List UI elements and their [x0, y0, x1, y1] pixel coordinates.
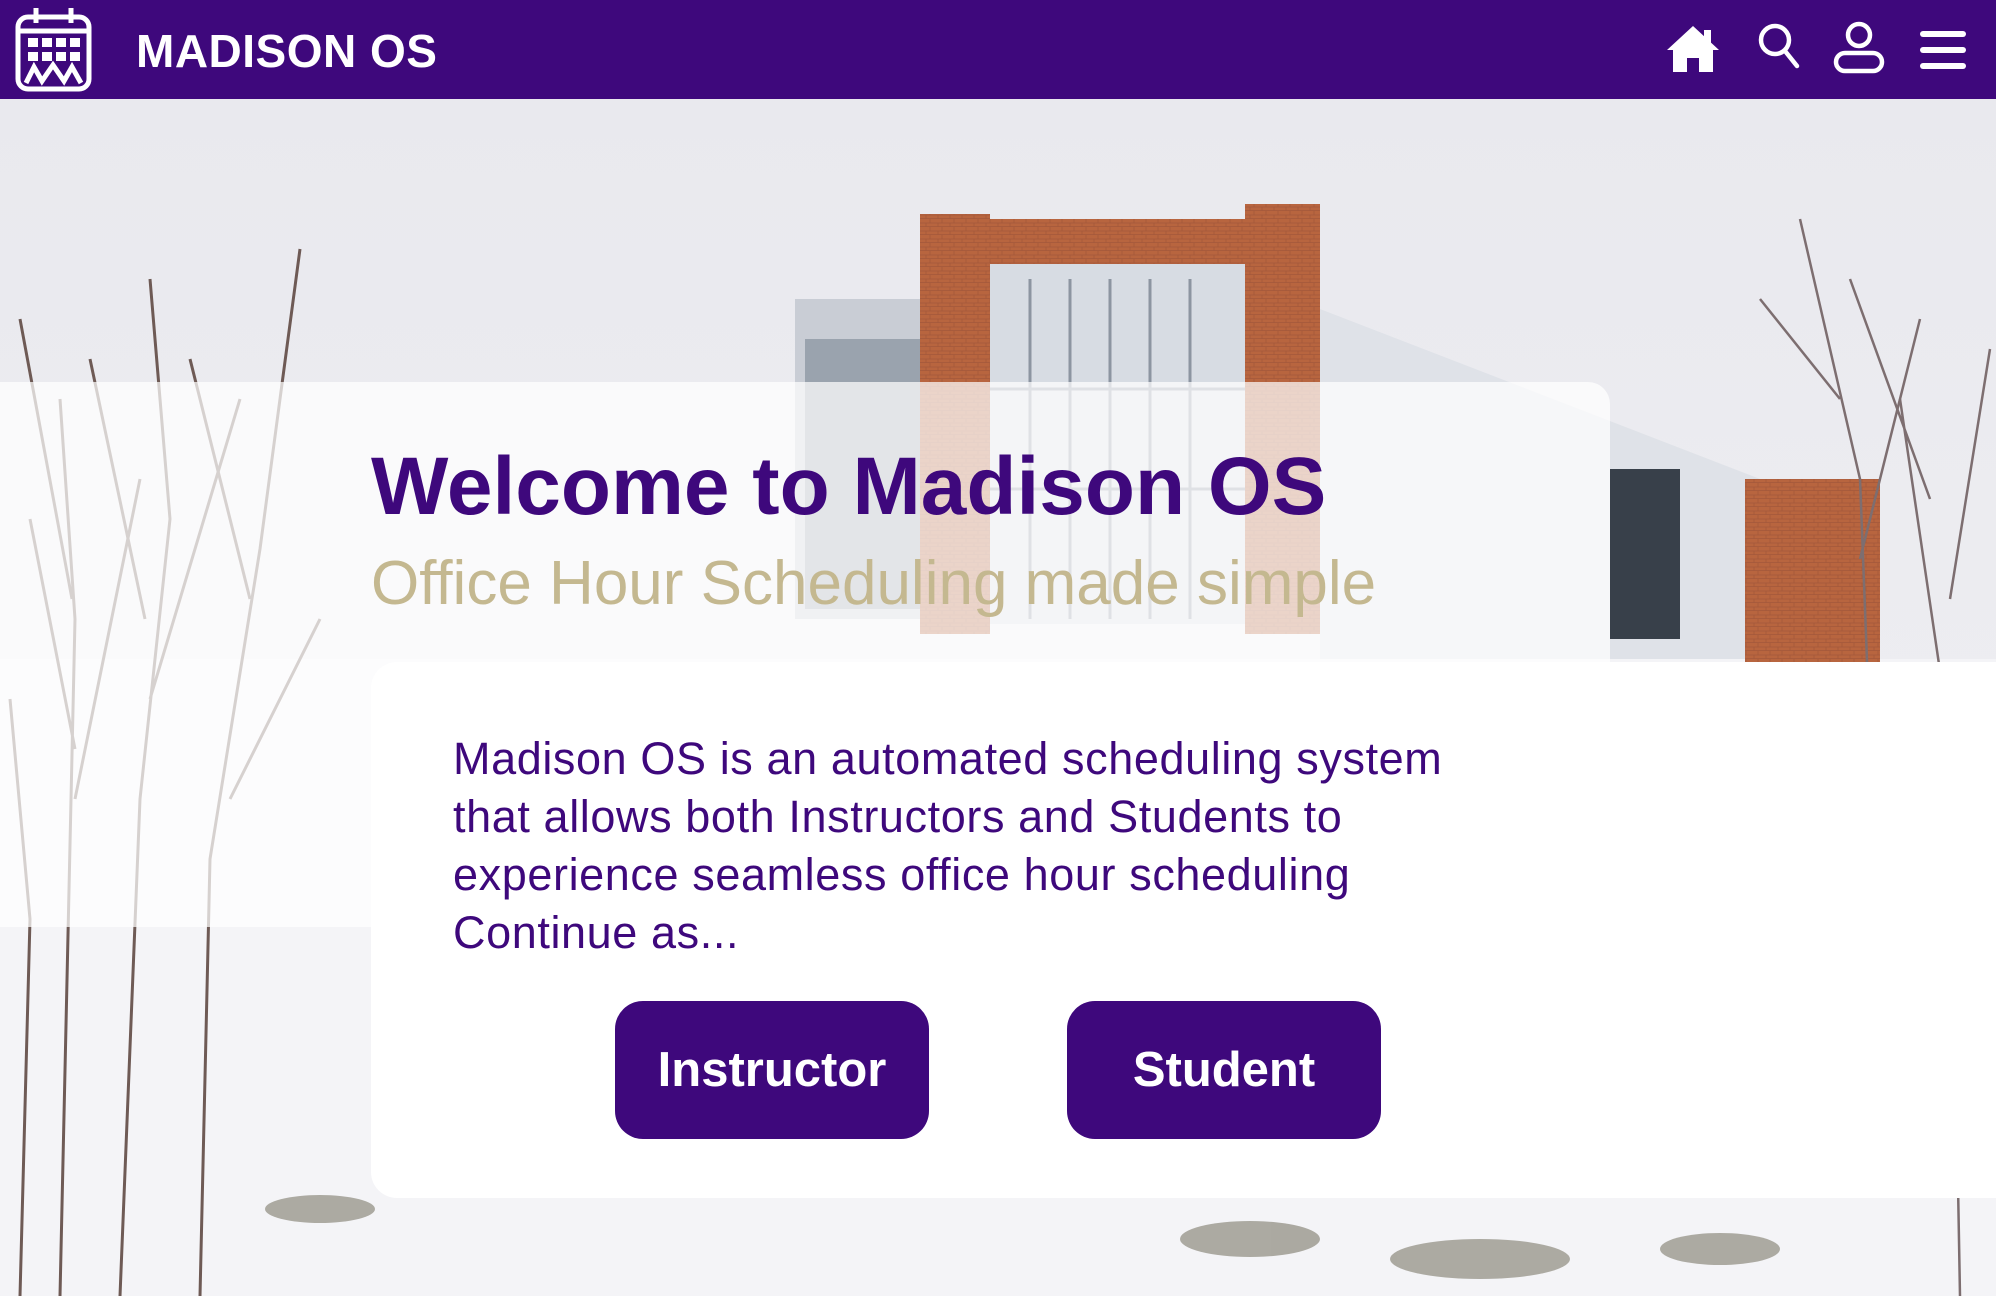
home-icon[interactable]	[1664, 20, 1722, 78]
intro-card: Madison OS is an automated scheduling sy…	[371, 662, 1996, 1198]
search-icon[interactable]	[1752, 20, 1810, 78]
menu-icon[interactable]	[1914, 20, 1972, 78]
user-icon[interactable]	[1830, 20, 1888, 78]
intro-line: Madison OS is an automated scheduling sy…	[453, 733, 1443, 784]
page-subtitle: Office Hour Scheduling made simple	[371, 549, 1377, 618]
brand-title[interactable]: MADISON OS	[136, 24, 437, 78]
student-button[interactable]: Student	[1067, 1001, 1381, 1139]
top-nav-bar: MADISON OS	[0, 0, 1996, 99]
continue-as-label: Continue as...	[453, 907, 740, 958]
calendar-icon[interactable]	[14, 5, 93, 93]
intro-line: that allows both Instructors and Student…	[453, 791, 1343, 842]
intro-text: Madison OS is an automated scheduling sy…	[453, 730, 1603, 962]
instructor-button[interactable]: Instructor	[615, 1001, 929, 1139]
intro-line: experience seamless office hour scheduli…	[453, 849, 1351, 900]
page-title: Welcome to Madison OS	[371, 441, 1327, 532]
